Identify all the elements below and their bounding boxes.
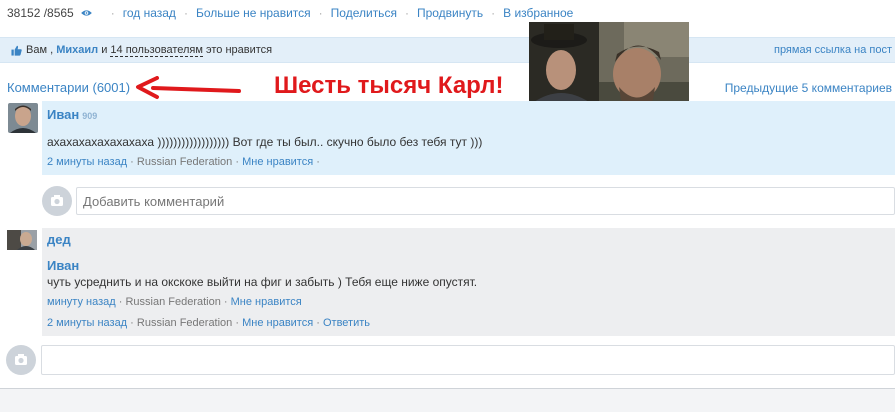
share-link[interactable]: Поделиться xyxy=(331,6,397,20)
comment-author[interactable]: Иван xyxy=(47,107,79,122)
direct-link[interactable]: прямая ссылка на пост xyxy=(774,44,892,56)
comment-meta: 2 минуты назад · Russian Federation · Мн… xyxy=(47,156,320,168)
add-comment-input[interactable]: Добавить комментарий xyxy=(76,187,895,215)
comment-text: чуть усреднить и на окскоке выйти на фиг… xyxy=(47,275,478,289)
comment-location: Russian Federation xyxy=(136,156,233,168)
footer-divider xyxy=(0,388,895,412)
comment-time-link[interactable]: 2 минуты назад xyxy=(47,317,127,329)
comment-card: дед Иван чуть усреднить и на окскоке вый… xyxy=(42,228,895,336)
favorite-link[interactable]: В избранное xyxy=(503,6,573,20)
avatar[interactable] xyxy=(8,103,38,133)
post-stats-bar: 38152 /8565 · год назад · Больше не нрав… xyxy=(7,6,574,20)
quoted-comment-meta: минуту назад · Russian Federation · Мне … xyxy=(47,296,302,308)
camera-icon[interactable] xyxy=(6,345,36,375)
author-rating: 909 xyxy=(82,111,98,121)
comments-count-link[interactable]: Комментарии (6001) xyxy=(7,80,130,95)
comment-meta: 2 минуты назад · Russian Federation · Мн… xyxy=(47,317,371,329)
thumb-up-icon xyxy=(11,45,22,56)
reply-link[interactable]: Ответить xyxy=(323,317,370,329)
reply-input[interactable] xyxy=(41,345,895,375)
arrow-left-icon xyxy=(136,76,241,99)
unlike-link[interactable]: Больше не нравится xyxy=(196,6,311,20)
likes-bar: Вам , Михаил и 14 пользователям это нрав… xyxy=(0,37,895,63)
comment-like-link[interactable]: Мне нравится xyxy=(242,317,313,329)
quoted-time-link[interactable]: минуту назад xyxy=(47,296,116,308)
comment-time-link[interactable]: 2 минуты назад xyxy=(47,156,127,168)
comment-text: ахахахахахахахаха )))))))))))))))))) Вот… xyxy=(47,135,483,149)
eye-icon xyxy=(80,10,92,16)
comment-location: Russian Federation xyxy=(136,317,233,329)
camera-icon[interactable] xyxy=(42,186,72,216)
previous-comments-link[interactable]: Предыдущие 5 комментариев xyxy=(725,81,892,95)
likes-prefix: Вам , xyxy=(26,44,54,56)
overlay-caption: Шесть тысяч Карл! xyxy=(274,72,504,99)
liked-users-count-link[interactable]: 14 пользователям xyxy=(110,44,203,57)
quoted-location: Russian Federation xyxy=(125,296,221,308)
avatar[interactable] xyxy=(7,230,37,250)
quoted-author[interactable]: Иван xyxy=(47,258,79,273)
liked-user-link[interactable]: Михаил xyxy=(56,44,98,56)
quoted-like-link[interactable]: Мне нравится xyxy=(231,296,302,308)
add-comment-row xyxy=(6,345,895,375)
add-comment-row: Добавить комментарий xyxy=(42,186,895,216)
comment-like-link[interactable]: Мне нравится xyxy=(242,156,313,168)
comment-author[interactable]: дед xyxy=(47,232,71,247)
promote-link[interactable]: Продвинуть xyxy=(417,6,483,20)
comment-card: Иван 909 ахахахахахахахаха ))))))))))))))… xyxy=(42,101,895,175)
view-count: 38152 /8565 xyxy=(7,6,74,20)
post-date-link[interactable]: год назад xyxy=(123,6,176,20)
